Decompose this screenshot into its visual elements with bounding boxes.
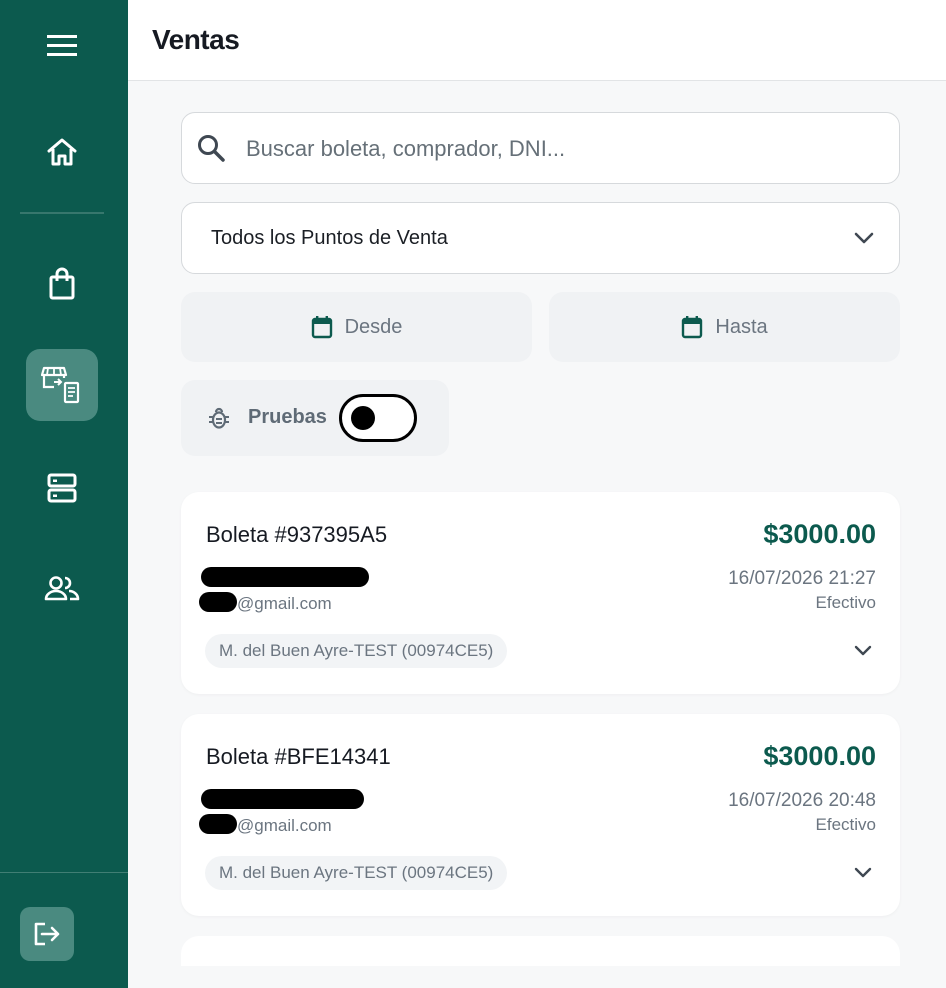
users-icon [44, 576, 80, 601]
shopping-bag-icon [49, 267, 75, 300]
search-box[interactable] [181, 112, 900, 184]
date-to-label: Hasta [715, 315, 768, 338]
logout-button[interactable] [20, 907, 74, 961]
sidebar-divider [20, 212, 104, 214]
buyer-email: @gmail.com [237, 594, 332, 613]
sale-card-partial[interactable] [181, 936, 900, 966]
sale-datetime: 16/07/2026 21:27 [728, 568, 876, 589]
sidebar-item-users[interactable] [38, 566, 86, 610]
page-title: Ventas [152, 24, 240, 55]
receipt-number: Boleta #BFE14341 [206, 744, 391, 769]
sale-card[interactable]: Boleta #BFE14341 $3000.00 @gmail.com 16/… [181, 714, 900, 916]
chevron-down-icon[interactable] [854, 642, 872, 660]
redacted-buyer-name [201, 789, 364, 809]
search-input[interactable] [246, 125, 876, 173]
menu-button[interactable] [38, 26, 86, 66]
main-content: Ventas Todos los Puntos de Venta Desde H… [128, 0, 946, 988]
redacted-email-user [199, 814, 237, 834]
date-from-button[interactable]: Desde [181, 292, 532, 362]
date-to-button[interactable]: Hasta [549, 292, 900, 362]
chevron-down-icon[interactable] [854, 864, 872, 882]
server-icon [47, 473, 77, 503]
payment-method: Efectivo [815, 815, 876, 834]
point-of-sale-chip: M. del Buen Ayre-TEST (00974CE5) [205, 856, 508, 890]
sidebar-bottom-divider [0, 872, 128, 873]
payment-method: Efectivo [815, 593, 876, 612]
sale-amount: $3000.00 [763, 741, 876, 771]
toggle-knob [351, 406, 375, 430]
calendar-icon [682, 316, 703, 339]
search-icon [198, 135, 225, 162]
receipt-number: Boleta #937395A5 [206, 522, 388, 547]
buyer-email: @gmail.com [237, 816, 332, 835]
test-toggle-label: Pruebas [248, 406, 327, 428]
point-of-sale-selected: Todos los Puntos de Venta [211, 227, 448, 249]
home-icon [47, 138, 77, 166]
sale-amount: $3000.00 [763, 519, 876, 549]
logout-icon [34, 922, 60, 946]
sidebar [0, 0, 128, 988]
sale-card[interactable]: Boleta #937395A5 $3000.00 @gmail.com 16/… [181, 492, 900, 694]
date-from-label: Desde [344, 315, 403, 338]
test-toggle-switch[interactable] [339, 394, 417, 442]
page-header: Ventas [128, 0, 946, 81]
sidebar-item-home[interactable] [38, 130, 86, 174]
calendar-icon [311, 316, 332, 339]
point-of-sale-select[interactable]: Todos los Puntos de Venta [181, 202, 900, 274]
sidebar-item-sales[interactable] [26, 349, 98, 421]
bug-icon [209, 407, 229, 429]
sale-datetime: 16/07/2026 20:48 [728, 790, 876, 811]
store-receipt-icon [41, 366, 80, 404]
point-of-sale-chip: M. del Buen Ayre-TEST (00974CE5) [205, 634, 508, 668]
sidebar-item-servers[interactable] [38, 466, 86, 510]
hamburger-menu-icon [47, 35, 77, 56]
redacted-email-user [199, 592, 237, 612]
test-mode-filter: Pruebas [181, 380, 449, 456]
redacted-buyer-name [201, 567, 369, 587]
chevron-down-icon [854, 232, 874, 244]
sidebar-item-products[interactable] [38, 262, 86, 306]
